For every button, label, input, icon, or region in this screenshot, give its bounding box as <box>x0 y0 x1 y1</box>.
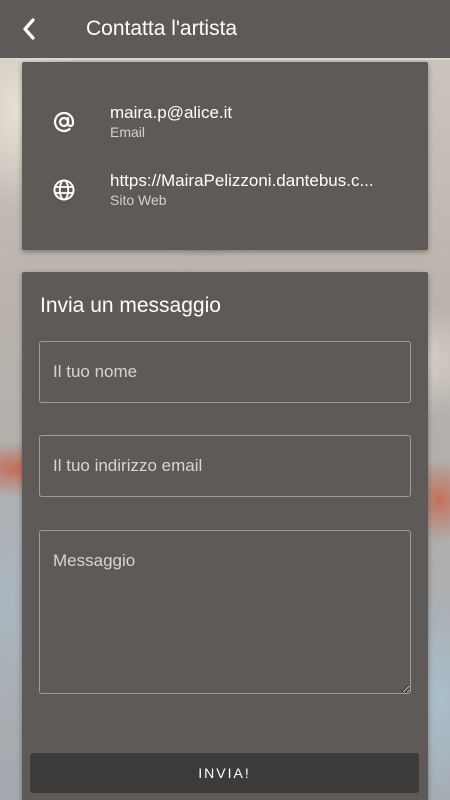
contact-website-row[interactable]: https://MairaPelizzoni.dantebus.c... Sit… <box>22 164 428 216</box>
contact-info-card: maira.p@alice.it Email https://MairaPeli… <box>22 62 428 250</box>
at-sign-icon <box>52 110 110 134</box>
globe-icon <box>52 178 110 202</box>
email-field[interactable] <box>39 435 411 497</box>
form-title: Invia un messaggio <box>40 294 221 317</box>
email-label: Email <box>110 124 146 140</box>
message-form-card: Invia un messaggio INVIA! <box>22 272 428 800</box>
app-bar: Contatta l'artista <box>0 0 450 60</box>
website-url[interactable]: https://MairaPelizzoni.dantebus.c... <box>110 171 390 191</box>
email-address[interactable]: maira.p@alice.it <box>110 103 390 123</box>
website-label: Sito Web <box>110 192 167 208</box>
contact-email-row[interactable]: maira.p@alice.it Email <box>22 96 428 148</box>
send-button[interactable]: INVIA! <box>30 753 419 793</box>
chevron-left-icon <box>23 18 35 40</box>
back-button[interactable] <box>0 0 64 58</box>
name-field[interactable] <box>39 341 411 403</box>
message-field[interactable] <box>39 530 411 694</box>
page-title: Contatta l'artista <box>86 17 238 40</box>
